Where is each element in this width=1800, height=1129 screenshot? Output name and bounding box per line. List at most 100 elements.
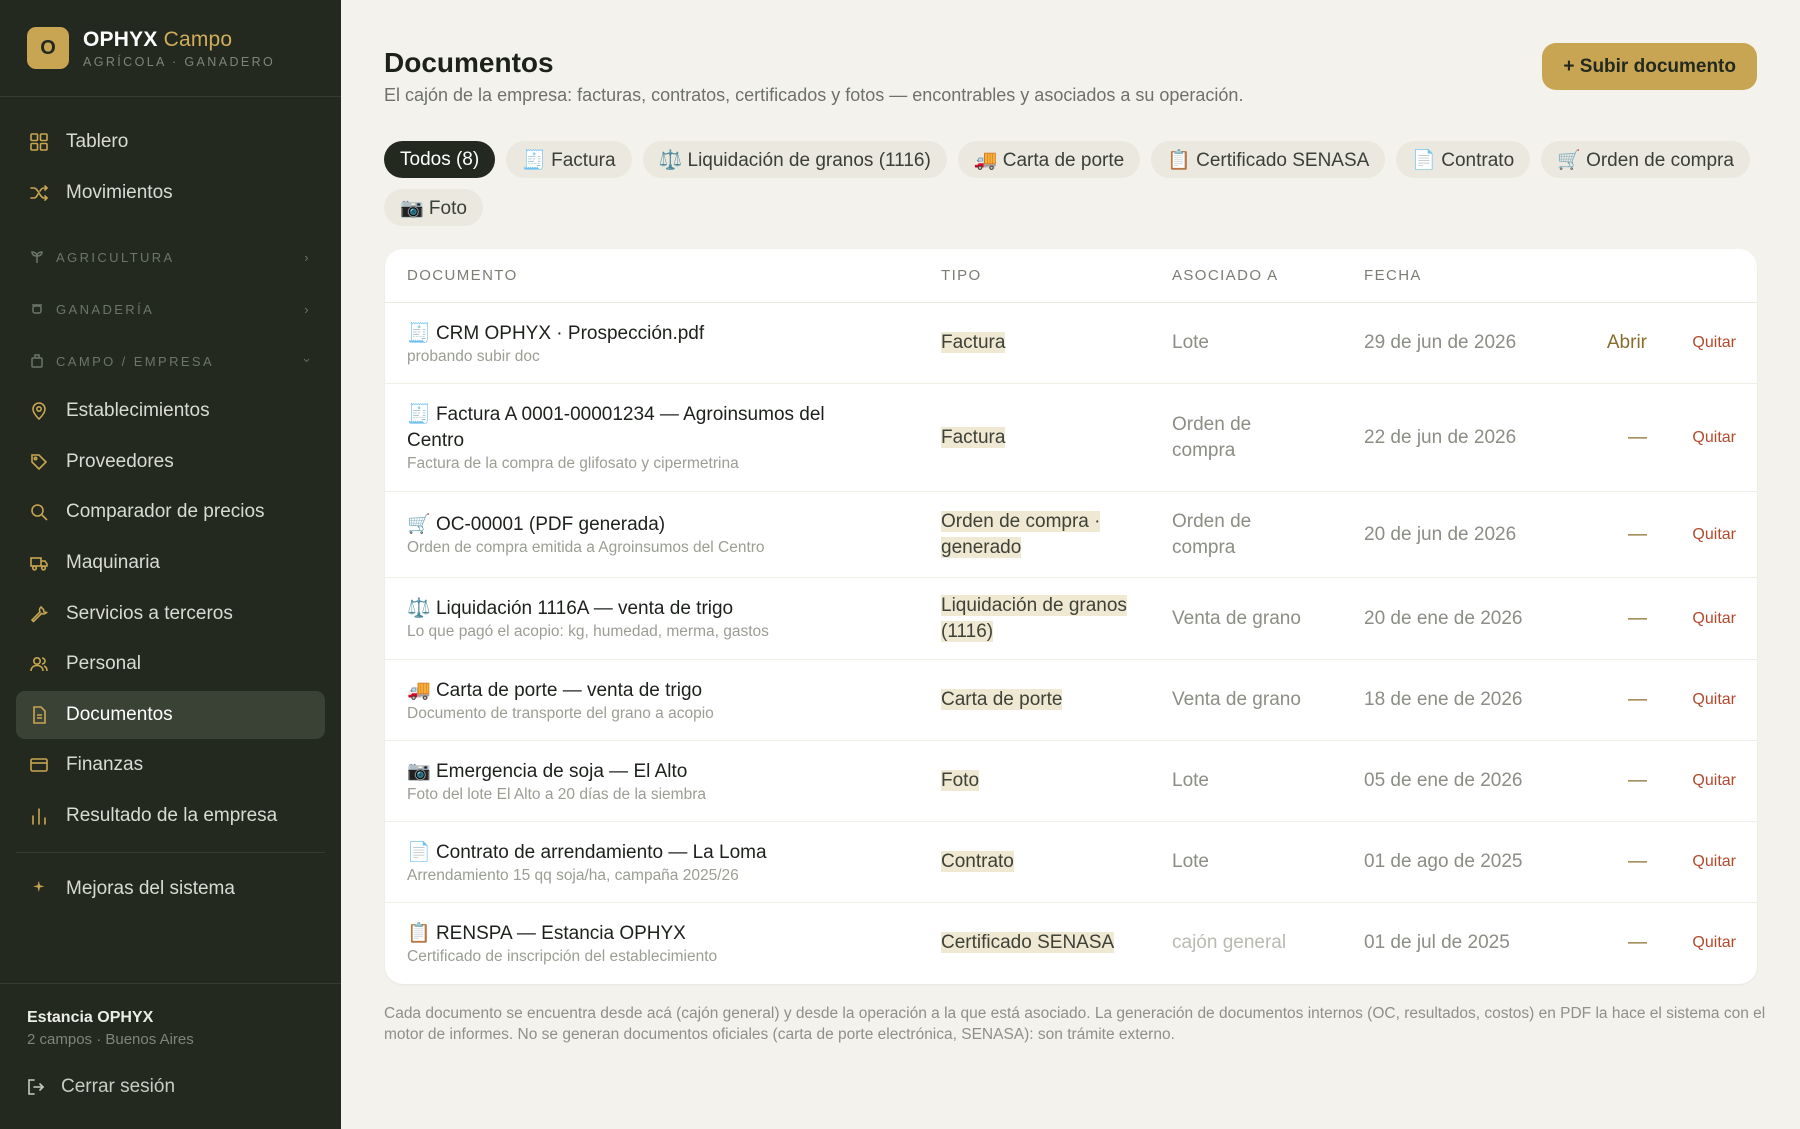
- sidebar-item-mejoras[interactable]: Mejoras del sistema: [16, 865, 325, 913]
- document-title[interactable]: 📷 Emergencia de soja — El Alto: [407, 759, 857, 785]
- document-title[interactable]: 🚚 Carta de porte — venta de trigo: [407, 678, 857, 704]
- table-row[interactable]: 📋 RENSPA — Estancia OPHYX Certificado de…: [385, 903, 1757, 983]
- brand[interactable]: O OPHYX Campo AGRÍCOLA · GANADERO: [27, 27, 275, 69]
- page-title: Documentos: [384, 47, 554, 78]
- sidebar-item-resultado[interactable]: Resultado de la empresa: [16, 792, 325, 840]
- column-header-tipo[interactable]: TIPO: [941, 267, 1141, 284]
- remove-link[interactable]: Quitar: [1692, 610, 1736, 628]
- chevron-right-icon: ›: [304, 301, 311, 317]
- section-label: AGRICULTURA: [56, 249, 175, 265]
- account-detail: 2 campos · Buenos Aires: [27, 1031, 194, 1048]
- receipt-icon: 🧾: [407, 322, 431, 344]
- document-title[interactable]: ⚖️ Liquidación 1116A — venta de trigo: [407, 596, 857, 622]
- associated-to: Orden de compra: [1172, 413, 1252, 461]
- table-header: DOCUMENTO TIPO ASOCIADO A FECHA: [385, 249, 1757, 303]
- document-title-text: RENSPA — Estancia OPHYX: [435, 922, 686, 944]
- sidebar-item-label: Maquinaria: [66, 551, 160, 573]
- section-agricultura[interactable]: AGRICULTURA ›: [16, 231, 325, 283]
- upload-document-button[interactable]: + Subir documento: [1542, 43, 1757, 90]
- cow-icon: [30, 302, 44, 316]
- remove-link[interactable]: Quitar: [1692, 334, 1736, 352]
- document-cell: ⚖️ Liquidación 1116A — venta de trigo Lo…: [407, 596, 857, 641]
- brand-name: OPHYX Campo: [83, 28, 275, 52]
- filter-chip-factura[interactable]: 🧾 Factura: [506, 141, 632, 178]
- logout-button[interactable]: Cerrar sesión: [27, 1076, 175, 1098]
- column-header-documento[interactable]: DOCUMENTO: [407, 267, 857, 284]
- remove-link[interactable]: Quitar: [1692, 853, 1736, 871]
- no-action-dash: —: [1628, 426, 1647, 448]
- filter-chip-liquidacion[interactable]: ⚖️ Liquidación de granos (1116): [642, 141, 947, 178]
- type-tag: Liquidación de granos (1116): [941, 594, 1127, 642]
- page-subtitle: El cajón de la empresa: facturas, contra…: [384, 85, 1244, 105]
- remove-link[interactable]: Quitar: [1692, 934, 1736, 952]
- sidebar-item-maquinaria[interactable]: Maquinaria: [16, 539, 325, 587]
- no-action-dash: —: [1628, 689, 1647, 710]
- section-label: CAMPO / EMPRESA: [56, 353, 215, 369]
- document-date: 22 de jun de 2026: [1364, 426, 1517, 448]
- document-title[interactable]: 📋 RENSPA — Estancia OPHYX: [407, 921, 857, 947]
- column-header-asociado[interactable]: ASOCIADO A: [1172, 267, 1342, 284]
- open-link[interactable]: Abrir: [1587, 332, 1647, 354]
- document-cell: 📷 Emergencia de soja — El Alto Foto del …: [407, 759, 857, 804]
- sidebar-item-documentos[interactable]: Documentos: [16, 690, 325, 739]
- filter-chip-orden-de-compra[interactable]: 🛒 Orden de compra: [1541, 141, 1750, 178]
- sidebar-item-proveedores[interactable]: Proveedores: [16, 438, 325, 486]
- table-row[interactable]: 🛒 OC-00001 (PDF generada) Orden de compr…: [385, 492, 1757, 578]
- sidebar-item-establecimientos[interactable]: Establecimientos: [16, 387, 325, 435]
- section-campo-empresa[interactable]: CAMPO / EMPRESA ›: [16, 335, 325, 387]
- camera-icon: 📷: [407, 760, 431, 782]
- remove-link[interactable]: Quitar: [1692, 772, 1736, 790]
- column-header-fecha[interactable]: FECHA: [1364, 267, 1554, 284]
- type-tag: Foto: [941, 770, 980, 791]
- table-row[interactable]: ⚖️ Liquidación 1116A — venta de trigo Lo…: [385, 578, 1757, 660]
- sidebar-item-finanzas[interactable]: Finanzas: [16, 741, 325, 789]
- remove-link[interactable]: Quitar: [1692, 526, 1736, 544]
- sidebar-item-label: Comparador de precios: [66, 501, 265, 523]
- filter-chip-certificado-senasa[interactable]: 📋 Certificado SENASA: [1151, 141, 1386, 178]
- table-row[interactable]: 📷 Emergencia de soja — El Alto Foto del …: [385, 741, 1757, 822]
- scale-icon: ⚖️: [407, 598, 431, 619]
- sidebar-item-personal[interactable]: Personal: [16, 640, 325, 688]
- document-cell: 🚚 Carta de porte — venta de trigo Docume…: [407, 678, 857, 723]
- document-title[interactable]: 🧾 CRM OPHYX · Prospección.pdf: [407, 321, 857, 347]
- no-action-dash: —: [1628, 932, 1647, 953]
- table-row[interactable]: 🧾 CRM OPHYX · Prospección.pdf probando s…: [385, 303, 1757, 384]
- document-cell: 📄 Contrato de arrendamiento — La Loma Ar…: [407, 840, 857, 885]
- filter-chip-foto[interactable]: 📷 Foto: [384, 189, 483, 226]
- type-tag: Carta de porte: [941, 689, 1063, 710]
- document-cell: 📋 RENSPA — Estancia OPHYX Certificado de…: [407, 921, 857, 966]
- document-title[interactable]: 🧾 Factura A 0001-00001234 — Agroinsumos …: [407, 402, 857, 454]
- document-title[interactable]: 📄 Contrato de arrendamiento — La Loma: [407, 840, 857, 866]
- table-row[interactable]: 📄 Contrato de arrendamiento — La Loma Ar…: [385, 822, 1757, 903]
- document-description: Factura de la compra de glifosato y cipe…: [407, 455, 739, 472]
- filter-chips: Todos (8) 🧾 Factura ⚖️ Liquidación de gr…: [384, 141, 1784, 226]
- map-pin-icon: [30, 402, 48, 421]
- document-date: 01 de ago de 2025: [1364, 851, 1523, 872]
- section-ganaderia[interactable]: GANADERÍA ›: [16, 283, 325, 335]
- sidebar-item-movimientos[interactable]: Movimientos: [16, 169, 325, 217]
- brand-name-main: OPHYX: [83, 27, 158, 51]
- document-description: Orden de compra emitida a Agroinsumos de…: [407, 539, 765, 556]
- account-name: Estancia OPHYX: [27, 1009, 154, 1026]
- grid-icon: [30, 133, 48, 151]
- sidebar-item-tablero[interactable]: Tablero: [16, 118, 325, 166]
- filter-chip-contrato[interactable]: 📄 Contrato: [1396, 141, 1531, 178]
- table-row[interactable]: 🚚 Carta de porte — venta de trigo Docume…: [385, 660, 1757, 741]
- type-tag: Orden de compra · generado: [941, 510, 1101, 558]
- remove-link[interactable]: Quitar: [1692, 691, 1736, 709]
- shuffle-icon: [30, 184, 48, 202]
- footnote: Cada documento se encuentra desde acá (c…: [384, 1005, 1766, 1043]
- document-title-text: OC-00001 (PDF generada): [435, 514, 666, 535]
- table-row[interactable]: 🧾 Factura A 0001-00001234 — Agroinsumos …: [385, 384, 1757, 492]
- filter-chip-todos[interactable]: Todos (8): [384, 141, 496, 178]
- associated-to: Lote: [1172, 770, 1209, 791]
- sidebar-divider: [16, 851, 325, 853]
- sidebar-item-servicios[interactable]: Servicios a terceros: [16, 590, 325, 638]
- filter-chip-carta-de-porte[interactable]: 🚚 Carta de porte: [957, 141, 1141, 178]
- document-title-text: CRM OPHYX · Prospección.pdf: [435, 322, 705, 344]
- remove-link[interactable]: Quitar: [1692, 429, 1736, 447]
- type-cell: Certificado SENASA: [941, 930, 1141, 956]
- sidebar-item-comparador[interactable]: Comparador de precios: [16, 488, 325, 536]
- sidebar-item-label: Resultado de la empresa: [66, 804, 278, 826]
- document-title[interactable]: 🛒 OC-00001 (PDF generada): [407, 512, 857, 538]
